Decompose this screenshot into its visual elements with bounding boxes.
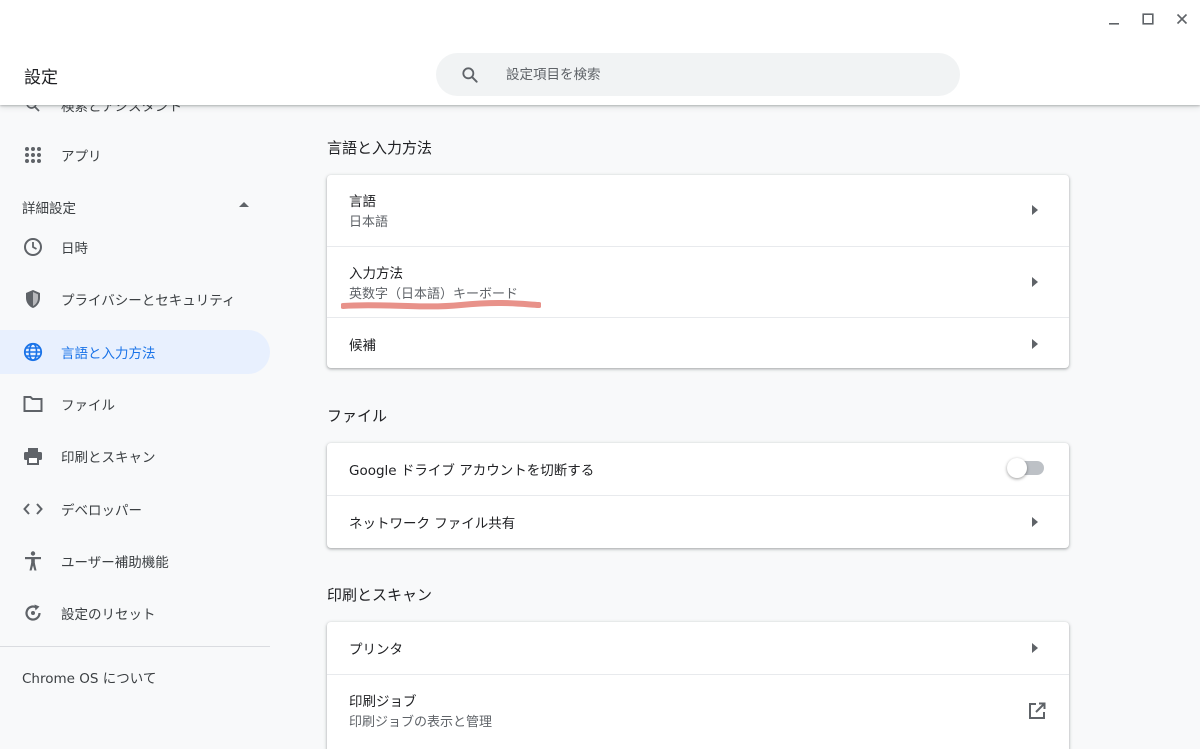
row-title: 入力方法 [349,266,403,282]
chevron-right-icon [1032,339,1038,349]
sidebar-item-label: 印刷とスキャン [61,450,156,466]
printers-row[interactable]: プリンタ [327,622,1069,674]
sidebar-item-print-scan[interactable]: 印刷とスキャン [0,434,270,478]
row-subtitle: 日本語 [349,215,389,230]
row-title: Google ドライブ アカウントを切断する [349,463,595,479]
sidebar-item-label: デベロッパー [61,503,142,519]
sidebar-item-date-time[interactable]: 日時 [0,225,270,269]
minimize-icon[interactable] [1103,8,1125,30]
shield-icon [22,288,44,310]
maximize-icon[interactable] [1137,8,1159,30]
sidebar-item-search-assistant[interactable]: 検索とアシスタント [0,105,270,127]
toggle-knob [1007,458,1027,478]
main-content: 言語と入力方法 言語 日本語 入力方法 英数字（日本語）キーボード 候補 ファイ… [290,105,1200,749]
input-methods-row[interactable]: 入力方法 英数字（日本語）キーボード [327,246,1069,317]
chevron-right-icon [1032,205,1038,215]
row-subtitle: 印刷ジョブの表示と管理 [349,715,493,730]
chevron-right-icon [1032,517,1038,527]
print-jobs-row[interactable]: 印刷ジョブ 印刷ジョブの表示と管理 [327,674,1069,745]
sidebar-item-developers[interactable]: デベロッパー [0,487,270,531]
apps-grid-icon [22,144,44,166]
sidebar-item-apps[interactable]: アプリ [0,133,270,177]
clock-icon [22,236,44,258]
languages-card: 言語 日本語 入力方法 英数字（日本語）キーボード 候補 [327,175,1069,368]
accessibility-icon [22,550,44,572]
sidebar-item-languages-input[interactable]: 言語と入力方法 [0,330,270,374]
sidebar-item-label: プライバシーとセキュリティ [61,293,236,309]
arrow-up-icon [239,202,249,207]
sidebar-item-privacy-security[interactable]: プライバシーとセキュリティ [0,277,270,321]
sidebar-divider [0,646,270,647]
close-icon[interactable] [1171,8,1193,30]
chevron-right-icon [1032,643,1038,653]
advanced-section-label: 詳細設定 [22,201,76,217]
files-card: Google ドライブ アカウントを切断する ネットワーク ファイル共有 [327,443,1069,548]
search-icon [462,67,478,83]
sidebar-item-label: ファイル [61,398,115,414]
section-title-files: ファイル [327,407,388,425]
printer-icon [22,445,44,467]
globe-icon [22,341,44,363]
page-title: 設定 [24,68,58,88]
folder-icon [22,393,44,415]
search-box[interactable] [436,53,960,96]
sidebar-item-label: 日時 [61,241,88,257]
network-file-shares-row[interactable]: ネットワーク ファイル共有 [327,495,1069,547]
sidebar-item-label: ユーザー補助機能 [61,555,169,571]
chevron-right-icon [1032,277,1038,287]
row-subtitle: 英数字（日本語）キーボード [349,287,519,302]
disconnect-drive-toggle[interactable] [1007,458,1044,478]
settings-header: 設定 [0,0,1200,105]
sidebar-item-label: 言語と入力方法 [61,346,156,362]
about-chrome-os-link[interactable]: Chrome OS について [22,667,156,687]
reset-icon [22,602,44,624]
open-in-new-icon[interactable] [1027,701,1047,721]
row-title: プリンタ [349,642,403,658]
sidebar-item-label: アプリ [61,149,102,165]
suggestions-row[interactable]: 候補 [327,317,1069,367]
sidebar-item-label: 設定のリセット [61,607,156,623]
row-title: 候補 [349,338,376,354]
sidebar-item-accessibility[interactable]: ユーザー補助機能 [0,539,270,583]
advanced-section-toggle[interactable]: 詳細設定 [0,188,270,224]
row-title: ネットワーク ファイル共有 [349,516,516,532]
sidebar-item-label: 検索とアシスタント [61,105,182,115]
row-title: 言語 [349,194,376,210]
search-icon [22,105,44,116]
disconnect-drive-row[interactable]: Google ドライブ アカウントを切断する [327,443,1069,495]
sidebar: 検索とアシスタント アプリ 詳細設定 日時 プライバシーとセキュリティ 言語と入… [0,105,290,749]
sidebar-item-reset-settings[interactable]: 設定のリセット [0,591,270,635]
code-icon [22,498,44,520]
print-scan-card: プリンタ 印刷ジョブ 印刷ジョブの表示と管理 [327,622,1069,749]
section-title-print-scan: 印刷とスキャン [327,586,433,604]
row-title: 印刷ジョブ [349,694,417,710]
languages-row[interactable]: 言語 日本語 [327,175,1069,246]
search-input[interactable] [506,53,926,96]
sidebar-item-files[interactable]: ファイル [0,382,270,426]
section-title-languages: 言語と入力方法 [327,139,433,157]
